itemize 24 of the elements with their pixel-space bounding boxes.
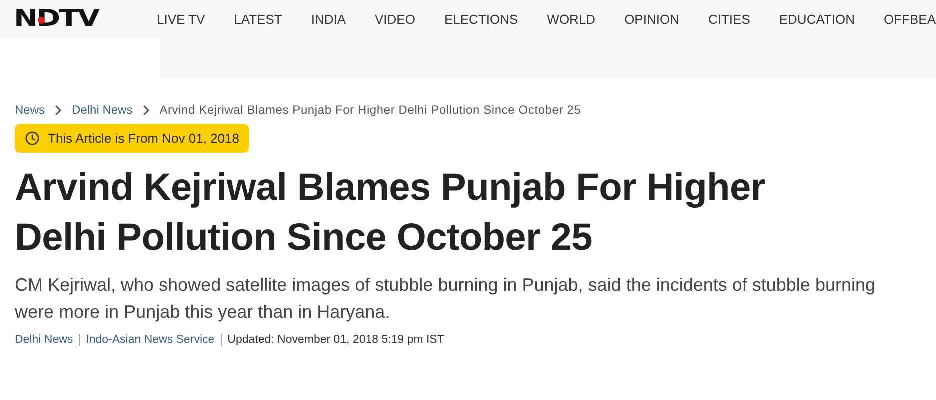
nav-link[interactable]: CITIES [708,12,750,26]
chevron-icon [55,104,62,116]
logo-dot-icon [38,17,45,24]
summary: CM Kejriwal, who showed satellite images of stubble burning in Punjab, said the incidents of stubble burning were more in Punjab this year than in Haryana. [15,274,876,324]
updated-time: Updated: November 01, 2018 5:19 pm IST [228,334,444,346]
clock-icon [25,131,40,146]
nav-link[interactable]: WORLD [547,12,596,26]
nav-link[interactable]: LATEST [234,12,282,26]
nav-link[interactable]: LIVE TV [156,12,206,26]
nav-link[interactable]: INDIA [311,12,346,26]
breadcrumb-current: Arvind Kejriwal Blames Punjab For Higher Delhi Pollution Since October 25 [160,103,582,117]
breadcrumb-link[interactable]: News [15,103,46,117]
logo[interactable]: NDTV [14,6,99,32]
nav-link[interactable]: ELECTIONS [444,12,518,26]
nav-link[interactable]: OFFBEA [884,12,936,26]
nav-link[interactable]: EDUCATION [779,12,855,26]
headline: Arvind Kejriwal Blames Punjab For Higher Delhi Pollution Since October 25 [15,166,766,261]
nav-link[interactable]: OPINION [624,12,680,26]
date-badge: This Article is From Nov 01, 2018 [15,124,250,153]
chevron-icon [142,104,150,116]
author-link[interactable]: Indo-Asian News Service [86,334,215,346]
category-link[interactable]: Delhi News [15,334,74,346]
breadcrumb-link[interactable]: Delhi News [72,103,133,117]
nav-link[interactable]: VIDEO [375,12,416,26]
